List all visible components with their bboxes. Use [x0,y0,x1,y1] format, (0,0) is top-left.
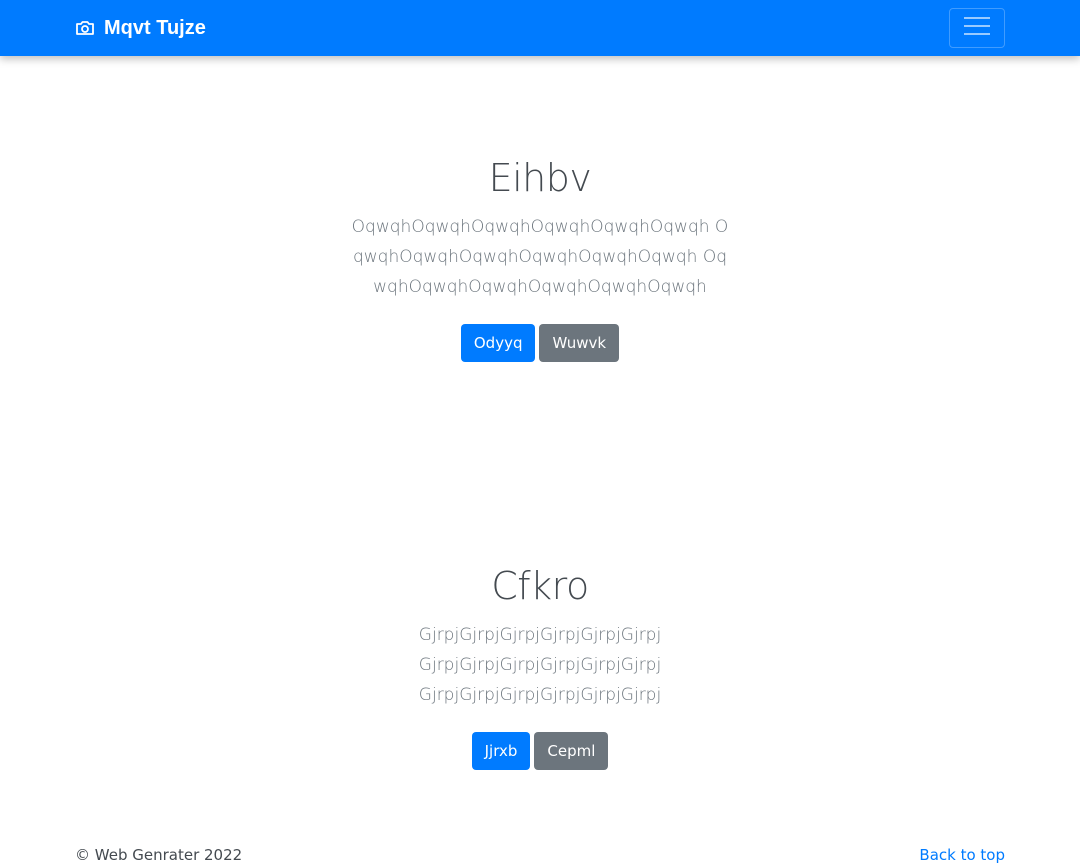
footer: © Web Genrater 2022 Back to top [0,842,1080,866]
copyright-text: © Web Genrater 2022 [75,846,243,864]
secondary-button[interactable]: Cepml [534,732,609,770]
section-text: GjrpjGjrpjGjrpjGjrpjGjrpjGjrpj GjrpjGjrp… [418,625,662,705]
section-title: Cfkro [491,564,589,608]
brand-link[interactable]: Mqvt Tujze [75,0,206,56]
navbar: Mqvt Tujze [0,0,1080,56]
section-text: OqwqhOqwqhOqwqhOqwqhOqwqhOqwqh OqwqhOqwq… [351,217,729,297]
camera-icon [75,18,95,38]
primary-button[interactable]: Jjrxb [471,732,531,770]
navbar-toggler-button[interactable] [949,8,1005,48]
button-group: Odyyq Wuwvk [0,324,1080,362]
back-to-top-link[interactable]: Back to top [919,846,1005,864]
hero-section-2: Cfkro GjrpjGjrpjGjrpjGjrpjGjrpjGjrpj Gjr… [0,560,1080,770]
secondary-button[interactable]: Wuwvk [539,324,620,362]
button-group: Jjrxb Cepml [0,732,1080,770]
hamburger-menu-icon [963,15,991,42]
section-title: Eihbv [488,156,592,200]
brand-text: Mqvt Tujze [104,16,206,39]
hero-section-1: Eihbv OqwqhOqwqhOqwqhOqwqhOqwqhOqwqh Oqw… [0,152,1080,362]
primary-button[interactable]: Odyyq [460,324,536,362]
